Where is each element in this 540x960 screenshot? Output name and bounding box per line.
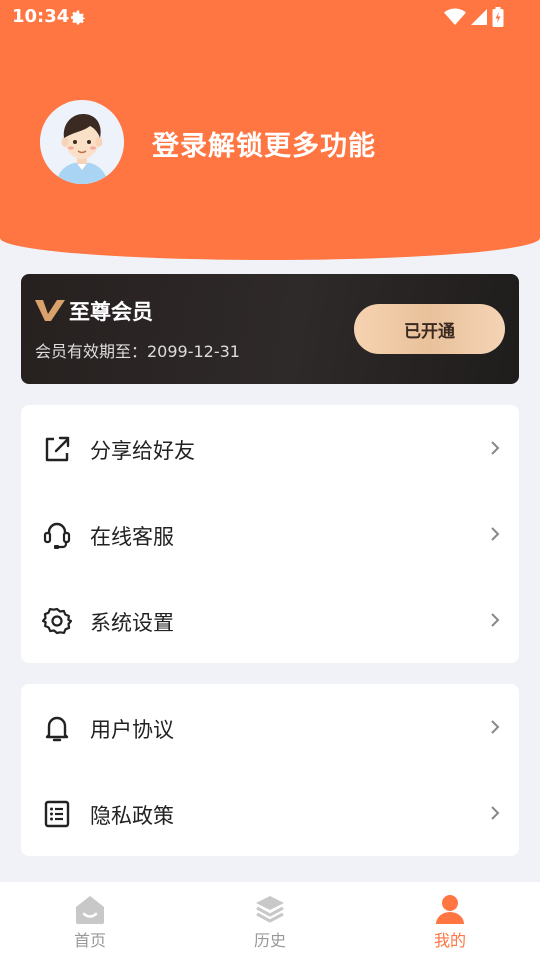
chevron-right-icon [491,527,500,541]
menu-item-label: 分享给好友 [90,439,195,463]
tab-label: 我的 [433,931,466,950]
tab-mine[interactable]: 我的 [360,882,540,960]
menu-item-label: 用户协议 [90,718,174,742]
menu-item-privacy-policy[interactable]: 隐私政策 [21,770,519,856]
list-icon [44,800,70,828]
bell-icon [45,716,69,742]
vip-activated-button[interactable]: 已开通 [354,304,505,354]
gear-icon [41,607,73,635]
chevron-right-icon [491,441,500,455]
menu-item-settings[interactable]: 系统设置 [21,577,519,663]
status-bar: 10:34 [0,0,540,34]
profile-header: 10:34 登录解锁更多功能 [0,0,540,260]
wifi-icon [444,8,466,25]
tab-history[interactable]: 历史 [180,882,360,960]
user-icon [436,895,464,924]
menu-item-user-agreement[interactable]: 用户协议 [21,684,519,770]
home-icon [76,896,104,924]
vip-title: 至尊会员 [69,300,153,324]
layers-icon [256,896,284,923]
vip-membership-card: 至尊会员 会员有效期至：2099-12-31 已开通 [21,274,519,384]
vip-expire-date: 会员有效期至：2099-12-31 [35,342,240,361]
tab-label: 首页 [73,931,106,950]
bottom-tab-bar: 首页 历史 我的 [0,882,540,960]
cellular-signal-icon [471,9,487,25]
menu-item-share[interactable]: 分享给好友 [21,405,519,491]
avatar-illustration [40,100,124,184]
menu-item-label: 系统设置 [90,611,174,635]
status-time: 10:34 [12,6,70,27]
menu-item-label: 在线客服 [90,525,174,549]
status-icons [444,7,504,27]
settings-gear-icon [71,10,85,25]
battery-icon [492,7,504,27]
share-icon [45,436,70,462]
menu-item-label: 隐私政策 [90,804,174,828]
user-avatar[interactable] [40,100,124,184]
tab-home[interactable]: 首页 [0,882,180,960]
headset-icon [43,522,71,549]
menu-group-2: 用户协议 隐私政策 [21,684,519,856]
menu-group-1: 分享给好友 在线客服 系统设置 [21,405,519,663]
chevron-right-icon [491,613,500,627]
chevron-right-icon [491,720,500,734]
tab-label: 历史 [253,931,286,950]
menu-item-customer-service[interactable]: 在线客服 [21,491,519,577]
login-prompt[interactable]: 登录解锁更多功能 [152,124,376,163]
chevron-right-icon [491,806,500,820]
vip-v-logo-icon [35,300,65,321]
